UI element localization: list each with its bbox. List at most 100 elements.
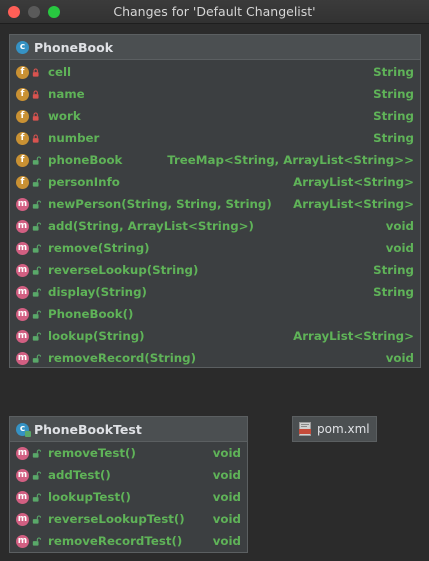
member-name: number: [48, 131, 100, 145]
public-lock-icon: [32, 354, 41, 363]
field-icon: f: [16, 66, 29, 79]
member-type: ArrayList<String>: [293, 329, 414, 343]
maven-file-icon: [299, 422, 311, 436]
member-name: display(String): [48, 285, 147, 299]
public-lock-icon: [32, 310, 41, 319]
member-type: void: [385, 219, 414, 233]
private-lock-icon: [32, 68, 39, 77]
method-icon: m: [16, 242, 29, 255]
method-row-phonebook[interactable]: m PhoneBook(): [10, 304, 420, 326]
private-lock-icon: [32, 134, 39, 143]
method-row-removerecord[interactable]: m removeRecord(String) void: [10, 348, 420, 370]
public-lock-icon: [32, 222, 41, 231]
method-icon: m: [16, 286, 29, 299]
method-row-remove[interactable]: m remove(String) void: [10, 238, 420, 260]
class-icon: c: [16, 41, 29, 54]
public-lock-icon: [32, 515, 41, 524]
member-name: personInfo: [48, 175, 120, 189]
method-icon: m: [16, 198, 29, 211]
method-icon: m: [16, 535, 29, 548]
member-type: TreeMap<String, ArrayList<String>>: [167, 153, 414, 167]
member-type: String: [373, 263, 414, 277]
method-row-reverselookup[interactable]: m reverseLookup(String) String: [10, 260, 420, 282]
phonebook-member-list: f cell String f name String f work String f number…: [10, 60, 420, 370]
field-icon: f: [16, 110, 29, 123]
phonebook-class-card[interactable]: c PhoneBook f cell String f name String f work S…: [9, 34, 421, 368]
method-row-reverselookuptest[interactable]: m reverseLookupTest() void: [10, 509, 247, 531]
member-name: phoneBook: [48, 153, 123, 167]
member-name: removeRecordTest(): [48, 534, 183, 548]
method-row-display[interactable]: m display(String) String: [10, 282, 420, 304]
member-type: void: [385, 351, 414, 365]
member-type: void: [212, 534, 241, 548]
member-type: String: [373, 285, 414, 299]
test-class-icon: c: [16, 423, 31, 437]
public-lock-icon: [32, 266, 41, 275]
method-icon: m: [16, 469, 29, 482]
public-lock-icon: [32, 332, 41, 341]
window-title: Changes for 'Default Changelist': [113, 4, 316, 19]
public-lock-icon: [32, 288, 41, 297]
method-row-removerecordtest[interactable]: m removeRecordTest() void: [10, 531, 247, 553]
member-name: add(String, ArrayList<String>): [48, 219, 254, 233]
public-lock-icon: [32, 449, 41, 458]
member-type: void: [212, 490, 241, 504]
method-icon: m: [16, 308, 29, 321]
member-name: lookupTest(): [48, 490, 131, 504]
member-name: remove(String): [48, 241, 150, 255]
member-name: PhoneBook(): [48, 307, 134, 321]
member-type: String: [373, 65, 414, 79]
phonebooktest-member-list: m removeTest() void m addTest() void m lookupTe…: [10, 442, 247, 553]
method-row-add[interactable]: m add(String, ArrayList<String>) void: [10, 216, 420, 238]
public-lock-icon: [32, 156, 41, 165]
member-name: name: [48, 87, 85, 101]
public-lock-icon: [32, 493, 41, 502]
field-icon: f: [16, 154, 29, 167]
method-icon: m: [16, 491, 29, 504]
public-lock-icon: [32, 471, 41, 480]
field-icon: f: [16, 132, 29, 145]
member-type: void: [212, 446, 241, 460]
public-lock-icon: [32, 178, 41, 187]
field-row-cell[interactable]: f cell String: [10, 62, 420, 84]
field-row-name[interactable]: f name String: [10, 84, 420, 106]
field-row-phonebook[interactable]: f phoneBook TreeMap<String, ArrayList<Stri…: [10, 150, 420, 172]
method-icon: m: [16, 330, 29, 343]
field-row-number[interactable]: f number String: [10, 128, 420, 150]
method-icon: m: [16, 264, 29, 277]
method-icon: m: [16, 513, 29, 526]
member-type: void: [385, 241, 414, 255]
public-lock-icon: [32, 200, 41, 209]
public-lock-icon: [32, 244, 41, 253]
member-name: removeRecord(String): [48, 351, 196, 365]
member-name: removeTest(): [48, 446, 136, 460]
phonebook-class-header[interactable]: c PhoneBook: [10, 35, 420, 60]
method-icon: m: [16, 447, 29, 460]
method-icon: m: [16, 220, 29, 233]
field-icon: f: [16, 176, 29, 189]
private-lock-icon: [32, 90, 39, 99]
phonebooktest-class-header[interactable]: c PhoneBookTest: [10, 417, 247, 442]
pom-file-name: pom.xml: [317, 422, 370, 436]
member-type: void: [212, 468, 241, 482]
method-row-removetest[interactable]: m removeTest() void: [10, 443, 247, 465]
member-name: lookup(String): [48, 329, 145, 343]
method-row-newperson[interactable]: m newPerson(String, String, String) ArrayL…: [10, 194, 420, 216]
pom-file-node[interactable]: pom.xml: [292, 416, 377, 442]
field-row-personinfo[interactable]: f personInfo ArrayList<String>: [10, 172, 420, 194]
member-type: String: [373, 109, 414, 123]
class-title: PhoneBookTest: [34, 422, 142, 437]
method-row-lookuptest[interactable]: m lookupTest() void: [10, 487, 247, 509]
member-name: cell: [48, 65, 72, 79]
member-type: ArrayList<String>: [293, 197, 414, 211]
field-icon: f: [16, 88, 29, 101]
method-row-addtest[interactable]: m addTest() void: [10, 465, 247, 487]
member-type: void: [212, 512, 241, 526]
member-name: work: [48, 109, 81, 123]
class-title: PhoneBook: [34, 40, 114, 55]
field-row-work[interactable]: f work String: [10, 106, 420, 128]
phonebooktest-class-card[interactable]: c PhoneBookTest m removeTest() void m addTes…: [9, 416, 248, 553]
member-name: reverseLookupTest(): [48, 512, 185, 526]
method-row-lookup[interactable]: m lookup(String) ArrayList<String>: [10, 326, 420, 348]
member-type: String: [373, 87, 414, 101]
